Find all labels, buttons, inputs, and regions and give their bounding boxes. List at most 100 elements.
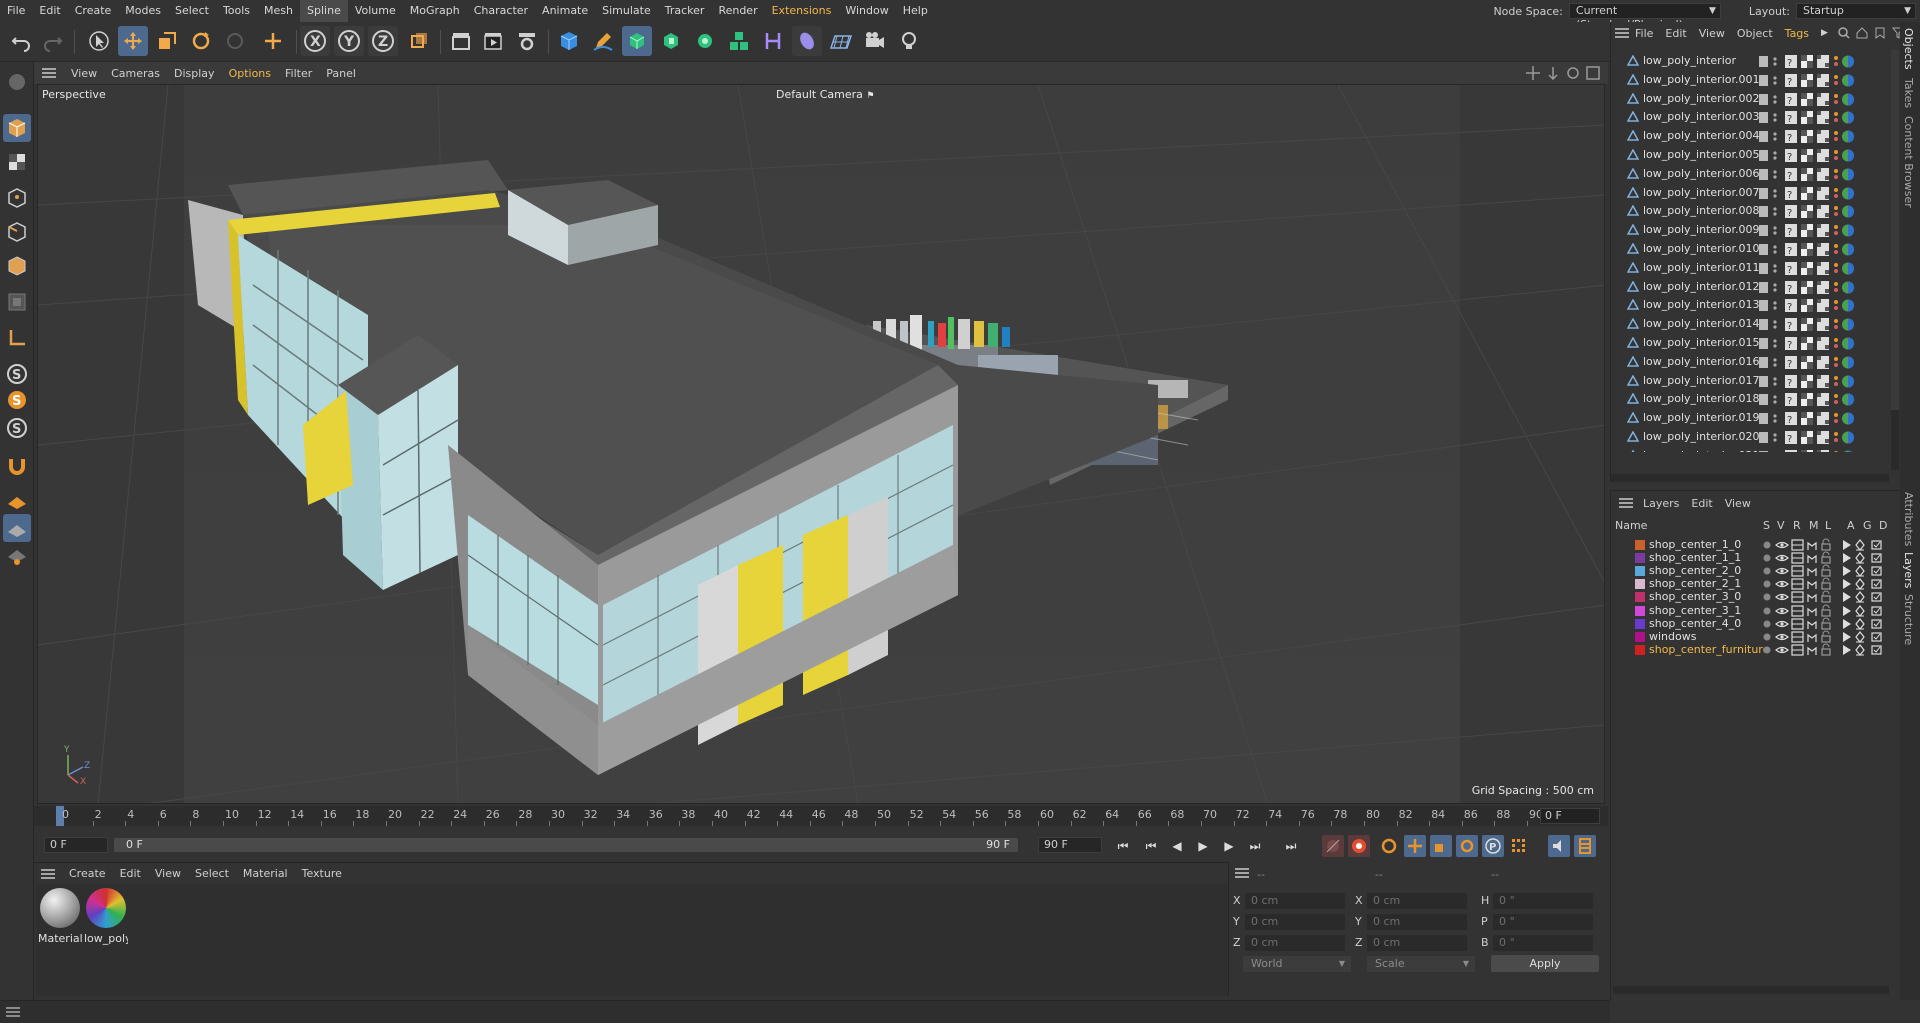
soft-selection-button[interactable]: S (3, 386, 31, 414)
tab-objects[interactable]: Objects (1902, 28, 1915, 70)
layout-select[interactable]: Startup ▼ (1796, 3, 1916, 19)
menu-tracker[interactable]: Tracker (658, 0, 712, 22)
magnet-button[interactable] (3, 452, 31, 480)
render-view-button[interactable] (478, 26, 508, 56)
material-swatch[interactable]: Material (38, 888, 82, 945)
layer-color-swatch[interactable] (1635, 605, 1645, 616)
object-menu-view[interactable]: View (1693, 27, 1731, 40)
object-row[interactable]: low_poly_interior.010? (1611, 240, 1889, 259)
timeline-button[interactable] (1574, 835, 1596, 857)
points-mode-button[interactable] (3, 184, 31, 212)
material-menu-texture[interactable]: Texture (295, 867, 349, 880)
field-button[interactable] (792, 26, 822, 56)
pos-y-field[interactable]: 0 cm (1245, 914, 1345, 930)
size-y-field[interactable]: 0 cm (1367, 914, 1467, 930)
scheme-button[interactable] (1548, 835, 1570, 857)
object-menu-edit[interactable]: Edit (1659, 27, 1692, 40)
object-scrollbar[interactable] (1891, 50, 1899, 470)
object-mode-button[interactable] (3, 114, 31, 142)
hamburger-icon[interactable] (34, 868, 62, 879)
subdivision-button[interactable] (622, 26, 652, 56)
menu-volume[interactable]: Volume (348, 0, 403, 22)
pen-spline-button[interactable] (588, 26, 618, 56)
record-button[interactable] (1322, 835, 1344, 857)
hamburger-icon[interactable] (1615, 498, 1637, 508)
layer-color-swatch[interactable] (1635, 644, 1645, 655)
prev-frame-button[interactable]: ◀ (1166, 835, 1188, 857)
viewport-menu-cameras[interactable]: Cameras (104, 67, 167, 80)
key-rotation-button[interactable] (1456, 835, 1478, 857)
layer-color-swatch[interactable] (1635, 553, 1645, 564)
object-row[interactable]: low_poly_interior.006? (1611, 165, 1889, 184)
object-row[interactable]: low_poly_interior.009? (1611, 221, 1889, 240)
menu-character[interactable]: Character (467, 0, 535, 22)
pos-x-field[interactable]: 0 cm (1245, 893, 1345, 909)
workplane-snap-button[interactable]: S (3, 414, 31, 442)
array-button[interactable] (724, 26, 754, 56)
material-menu-select[interactable]: Select (188, 867, 236, 880)
key-position-button[interactable] (1404, 835, 1426, 857)
orbit-icon[interactable] (1566, 66, 1580, 80)
lock-y-button[interactable]: Y (334, 26, 364, 56)
layer-color-swatch[interactable] (1635, 579, 1645, 590)
hamburger-icon[interactable] (1615, 28, 1629, 38)
tab-structure[interactable]: Structure (1902, 594, 1915, 645)
chevron-right-icon[interactable]: ▶ (1821, 28, 1828, 38)
extrude-button[interactable] (656, 26, 686, 56)
lock-z-button[interactable]: Z (368, 26, 398, 56)
render-region-button[interactable] (446, 26, 476, 56)
object-menu-tags[interactable]: Tags (1779, 27, 1815, 40)
menu-spline[interactable]: Spline (300, 0, 348, 22)
object-menu-object[interactable]: Object (1731, 27, 1779, 40)
object-row[interactable]: low_poly_interior? (1611, 52, 1889, 71)
world-coordinates-button[interactable] (404, 26, 434, 56)
keyframe-selection-button[interactable] (1378, 835, 1400, 857)
home-icon[interactable] (1856, 27, 1868, 39)
search-icon[interactable] (1838, 27, 1850, 39)
deformer-button[interactable] (758, 26, 788, 56)
viewport-menu-view[interactable]: View (64, 67, 104, 80)
size-x-field[interactable]: 0 cm (1367, 893, 1467, 909)
object-row[interactable]: low_poly_interior.001? (1611, 71, 1889, 90)
rotate-tool-button[interactable] (186, 26, 216, 56)
hamburger-icon[interactable] (1235, 868, 1249, 881)
object-row[interactable]: low_poly_interior.016? (1611, 353, 1889, 372)
object-row[interactable]: low_poly_interior.020? (1611, 428, 1889, 447)
object-row[interactable]: low_poly_interior.015? (1611, 334, 1889, 353)
size-z-field[interactable]: 0 cm (1367, 935, 1467, 951)
layer-menu-edit[interactable]: Edit (1685, 497, 1718, 510)
object-hscrollbar[interactable] (1611, 474, 1889, 482)
layer-menu-view[interactable]: View (1719, 497, 1757, 510)
menu-window[interactable]: Window (838, 0, 895, 22)
object-row[interactable]: low_poly_interior.019? (1611, 409, 1889, 428)
zoom-icon[interactable] (1546, 66, 1560, 80)
next-key-button[interactable]: ⏭ (1244, 835, 1266, 857)
tab-layers[interactable]: Layers (1902, 552, 1915, 588)
material-menu-material[interactable]: Material (236, 867, 295, 880)
tab-attributes[interactable]: Attributes (1902, 492, 1915, 546)
rot-p-field[interactable]: 0 ° (1493, 914, 1593, 930)
scrollbar-thumb[interactable] (1891, 50, 1899, 410)
object-row[interactable]: low_poly_interior.005? (1611, 146, 1889, 165)
layer-color-swatch[interactable] (1635, 540, 1645, 550)
menu-mograph[interactable]: MoGraph (403, 0, 467, 22)
material-menu-edit[interactable]: Edit (113, 867, 148, 880)
cube-object-button[interactable] (554, 26, 584, 56)
object-row[interactable]: low_poly_interior.002? (1611, 90, 1889, 109)
perspective-viewport[interactable]: Perspective Default Camera ⚑ Y Z X Grid … (37, 84, 1605, 804)
floor-button[interactable] (826, 26, 856, 56)
menu-edit[interactable]: Edit (32, 0, 67, 22)
viewport-camera-label[interactable]: Default Camera ⚑ (776, 88, 874, 101)
hamburger-icon[interactable] (34, 68, 64, 78)
go-to-start-button[interactable]: ⏮ (1112, 835, 1134, 857)
menu-simulate[interactable]: Simulate (595, 0, 658, 22)
key-scale-button[interactable] (1430, 835, 1452, 857)
viewport-menu-panel[interactable]: Panel (319, 67, 363, 80)
viewport-menu-display[interactable]: Display (167, 67, 222, 80)
play-button[interactable]: ▶ (1192, 835, 1214, 857)
timeline-ruler[interactable]: 0 2 4 6 8 10 12 14 16 18 20 22 24 26 28 30 32 34 36 38 40 42 4… (34, 806, 1608, 826)
texture-mode-button[interactable] (3, 148, 31, 176)
menu-animate[interactable]: Animate (535, 0, 595, 22)
object-row[interactable]: low_poly_interior.021? (1611, 447, 1889, 452)
coordinate-system-button[interactable] (258, 26, 288, 56)
